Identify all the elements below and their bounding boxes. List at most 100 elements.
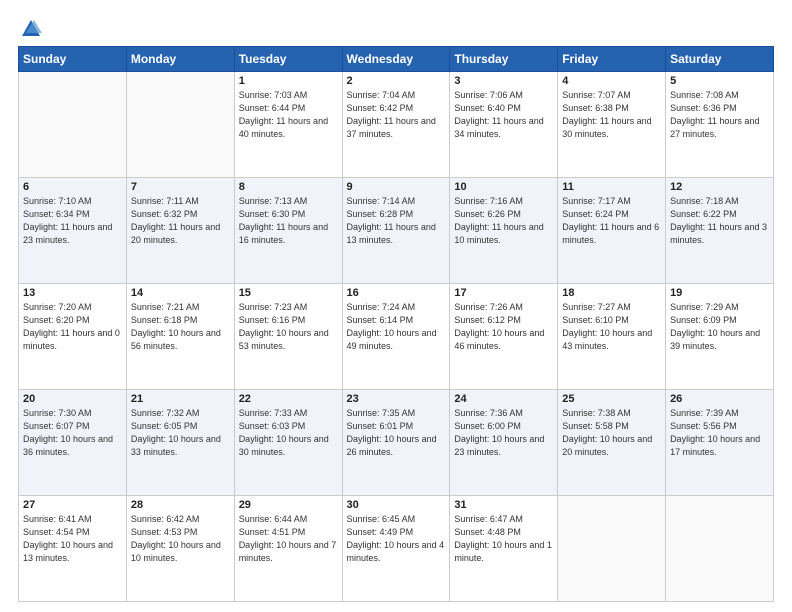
logo xyxy=(18,18,42,36)
calendar-day-cell: 12 Sunrise: 7:18 AMSunset: 6:22 PMDayligh… xyxy=(666,178,774,284)
day-info: Sunrise: 7:16 AMSunset: 6:26 PMDaylight:… xyxy=(454,195,553,247)
calendar-day-cell: 29Sunrise: 6:44 AMSunset: 4:51 PMDayligh… xyxy=(234,496,342,602)
day-number: 7 xyxy=(131,181,230,193)
day-info: Sunrise: 6:42 AMSunset: 4:53 PMDaylight:… xyxy=(131,513,230,565)
day-number: 14 xyxy=(131,287,230,299)
calendar-table: SundayMondayTuesdayWednesdayThursdayFrid… xyxy=(18,46,774,602)
calendar-week-row: 1 Sunrise: 7:03 AMSunset: 6:44 PMDaylight… xyxy=(19,72,774,178)
day-number: 12 xyxy=(670,181,769,193)
day-number: 5 xyxy=(670,75,769,87)
day-info: Sunrise: 7:30 AMSunset: 6:07 PMDaylight:… xyxy=(23,407,122,459)
day-info: Sunrise: 7:35 AMSunset: 6:01 PMDaylight:… xyxy=(347,407,446,459)
day-info: Sunrise: 7:07 AMSunset: 6:38 PMDaylight:… xyxy=(562,89,661,141)
day-number: 8 xyxy=(239,181,338,193)
day-info: Sunrise: 7:06 AMSunset: 6:40 PMDaylight:… xyxy=(454,89,553,141)
day-number: 11 xyxy=(562,181,661,193)
day-info: Sunrise: 7:21 AMSunset: 6:18 PMDaylight:… xyxy=(131,301,230,353)
calendar-day-cell: 6Sunrise: 7:10 AMSunset: 6:34 PMDaylight… xyxy=(19,178,127,284)
day-number: 27 xyxy=(23,499,122,511)
day-info: Sunrise: 7:39 AMSunset: 5:56 PMDaylight:… xyxy=(670,407,769,459)
weekday-header-cell: Saturday xyxy=(666,47,774,72)
calendar-day-cell xyxy=(126,72,234,178)
calendar-day-cell: 28 Sunrise: 6:42 AMSunset: 4:53 PMDayligh… xyxy=(126,496,234,602)
calendar-day-cell: 21Sunrise: 7:32 AMSunset: 6:05 PMDayligh… xyxy=(126,390,234,496)
calendar-week-row: 6Sunrise: 7:10 AMSunset: 6:34 PMDaylight… xyxy=(19,178,774,284)
day-info: Sunrise: 7:23 AMSunset: 6:16 PMDaylight:… xyxy=(239,301,338,353)
day-info: Sunrise: 7:14 AMSunset: 6:28 PMDaylight:… xyxy=(347,195,446,247)
weekday-header-cell: Sunday xyxy=(19,47,127,72)
day-info: Sunrise: 7:03 AMSunset: 6:44 PMDaylight:… xyxy=(239,89,338,141)
day-info: Sunrise: 7:33 AMSunset: 6:03 PMDaylight:… xyxy=(239,407,338,459)
calendar-day-cell: 27Sunrise: 6:41 AMSunset: 4:54 PMDayligh… xyxy=(19,496,127,602)
calendar-day-cell: 30 Sunrise: 6:45 AMSunset: 4:49 PMDayligh… xyxy=(342,496,450,602)
calendar-week-row: 13 Sunrise: 7:20 AMSunset: 6:20 PMDayligh… xyxy=(19,284,774,390)
day-info: Sunrise: 7:18 AMSunset: 6:22 PMDaylight:… xyxy=(670,195,769,247)
calendar-day-cell: 8 Sunrise: 7:13 AMSunset: 6:30 PMDaylight… xyxy=(234,178,342,284)
day-number: 21 xyxy=(131,393,230,405)
day-info: Sunrise: 7:26 AMSunset: 6:12 PMDaylight:… xyxy=(454,301,553,353)
calendar-day-cell: 11 Sunrise: 7:17 AMSunset: 6:24 PMDayligh… xyxy=(558,178,666,284)
day-number: 30 xyxy=(347,499,446,511)
weekday-header-cell: Monday xyxy=(126,47,234,72)
weekday-header-cell: Friday xyxy=(558,47,666,72)
day-number: 20 xyxy=(23,393,122,405)
calendar-day-cell: 19Sunrise: 7:29 AMSunset: 6:09 PMDayligh… xyxy=(666,284,774,390)
day-number: 23 xyxy=(347,393,446,405)
header xyxy=(18,18,774,36)
day-number: 10 xyxy=(454,181,553,193)
calendar-day-cell: 23 Sunrise: 7:35 AMSunset: 6:01 PMDayligh… xyxy=(342,390,450,496)
day-info: Sunrise: 6:44 AMSunset: 4:51 PMDaylight:… xyxy=(239,513,338,565)
day-number: 17 xyxy=(454,287,553,299)
day-info: Sunrise: 7:38 AMSunset: 5:58 PMDaylight:… xyxy=(562,407,661,459)
day-number: 2 xyxy=(347,75,446,87)
day-info: Sunrise: 7:04 AMSunset: 6:42 PMDaylight:… xyxy=(347,89,446,141)
day-info: Sunrise: 7:17 AMSunset: 6:24 PMDaylight:… xyxy=(562,195,661,247)
calendar-day-cell: 26 Sunrise: 7:39 AMSunset: 5:56 PMDayligh… xyxy=(666,390,774,496)
day-number: 28 xyxy=(131,499,230,511)
calendar-day-cell: 9 Sunrise: 7:14 AMSunset: 6:28 PMDaylight… xyxy=(342,178,450,284)
day-number: 9 xyxy=(347,181,446,193)
calendar-day-cell: 2 Sunrise: 7:04 AMSunset: 6:42 PMDaylight… xyxy=(342,72,450,178)
day-number: 25 xyxy=(562,393,661,405)
day-info: Sunrise: 7:20 AMSunset: 6:20 PMDaylight:… xyxy=(23,301,122,353)
calendar-day-cell: 17 Sunrise: 7:26 AMSunset: 6:12 PMDayligh… xyxy=(450,284,558,390)
day-info: Sunrise: 7:36 AMSunset: 6:00 PMDaylight:… xyxy=(454,407,553,459)
day-info: Sunrise: 6:47 AMSunset: 4:48 PMDaylight:… xyxy=(454,513,553,565)
calendar-day-cell: 5 Sunrise: 7:08 AMSunset: 6:36 PMDaylight… xyxy=(666,72,774,178)
day-number: 1 xyxy=(239,75,338,87)
calendar-day-cell: 4 Sunrise: 7:07 AMSunset: 6:38 PMDaylight… xyxy=(558,72,666,178)
day-info: Sunrise: 7:29 AMSunset: 6:09 PMDaylight:… xyxy=(670,301,769,353)
weekday-header-cell: Thursday xyxy=(450,47,558,72)
weekday-header-row: SundayMondayTuesdayWednesdayThursdayFrid… xyxy=(19,47,774,72)
day-number: 24 xyxy=(454,393,553,405)
day-info: Sunrise: 6:45 AMSunset: 4:49 PMDaylight:… xyxy=(347,513,446,565)
calendar-day-cell: 16 Sunrise: 7:24 AMSunset: 6:14 PMDayligh… xyxy=(342,284,450,390)
calendar-day-cell: 14 Sunrise: 7:21 AMSunset: 6:18 PMDayligh… xyxy=(126,284,234,390)
logo-icon xyxy=(20,18,42,40)
calendar-day-cell: 18 Sunrise: 7:27 AMSunset: 6:10 PMDayligh… xyxy=(558,284,666,390)
calendar-week-row: 27Sunrise: 6:41 AMSunset: 4:54 PMDayligh… xyxy=(19,496,774,602)
calendar-day-cell: 15 Sunrise: 7:23 AMSunset: 6:16 PMDayligh… xyxy=(234,284,342,390)
calendar-day-cell: 3 Sunrise: 7:06 AMSunset: 6:40 PMDaylight… xyxy=(450,72,558,178)
day-number: 13 xyxy=(23,287,122,299)
day-info: Sunrise: 7:13 AMSunset: 6:30 PMDaylight:… xyxy=(239,195,338,247)
day-info: Sunrise: 7:08 AMSunset: 6:36 PMDaylight:… xyxy=(670,89,769,141)
calendar-day-cell: 20 Sunrise: 7:30 AMSunset: 6:07 PMDayligh… xyxy=(19,390,127,496)
day-number: 26 xyxy=(670,393,769,405)
day-info: Sunrise: 7:24 AMSunset: 6:14 PMDaylight:… xyxy=(347,301,446,353)
calendar-day-cell: 22 Sunrise: 7:33 AMSunset: 6:03 PMDayligh… xyxy=(234,390,342,496)
page: SundayMondayTuesdayWednesdayThursdayFrid… xyxy=(0,0,792,612)
weekday-header-cell: Wednesday xyxy=(342,47,450,72)
day-info: Sunrise: 7:10 AMSunset: 6:34 PMDaylight:… xyxy=(23,195,122,247)
calendar-day-cell xyxy=(19,72,127,178)
calendar-day-cell: 13 Sunrise: 7:20 AMSunset: 6:20 PMDayligh… xyxy=(19,284,127,390)
day-number: 4 xyxy=(562,75,661,87)
day-info: Sunrise: 7:27 AMSunset: 6:10 PMDaylight:… xyxy=(562,301,661,353)
day-number: 16 xyxy=(347,287,446,299)
day-number: 15 xyxy=(239,287,338,299)
day-number: 3 xyxy=(454,75,553,87)
calendar-day-cell: 31Sunrise: 6:47 AMSunset: 4:48 PMDayligh… xyxy=(450,496,558,602)
day-number: 18 xyxy=(562,287,661,299)
calendar-day-cell xyxy=(666,496,774,602)
day-number: 22 xyxy=(239,393,338,405)
